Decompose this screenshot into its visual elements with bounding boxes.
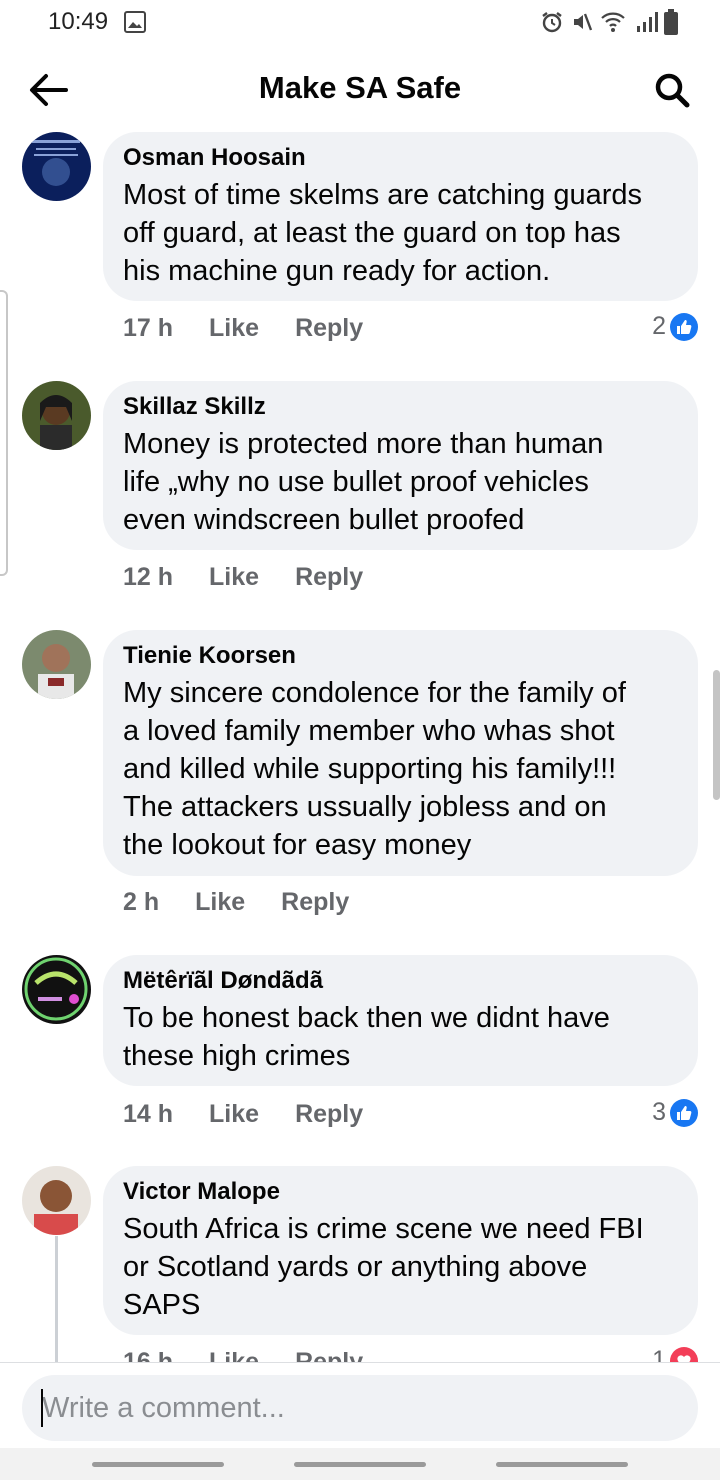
reaction-count[interactable]: 2 — [652, 312, 698, 341]
comment-bubble[interactable]: Osman Hoosain Most of time skelms are ca… — [103, 132, 698, 301]
comment-author[interactable]: Skillaz Skillz — [123, 393, 678, 421]
comment-actions: 12 h Like Reply — [123, 563, 363, 592]
comment-text: My sincere condolence for the family of … — [123, 677, 626, 861]
like-button[interactable]: Like — [195, 888, 245, 917]
comment-time[interactable]: 12 h — [123, 563, 173, 592]
comment-author[interactable]: Osman Hoosain — [123, 144, 678, 172]
battery-icon — [664, 9, 678, 40]
comment-bubble[interactable]: Skillaz Skillz Money is protected more t… — [103, 381, 698, 550]
thumbs-up-icon — [670, 312, 698, 341]
avatar[interactable] — [22, 381, 91, 450]
thumbs-up-icon — [670, 1098, 698, 1127]
reply-button[interactable]: Reply — [295, 563, 363, 592]
alarm-icon — [540, 10, 564, 39]
wifi-icon — [600, 10, 628, 39]
comment-actions: 14 h Like Reply — [123, 1100, 363, 1129]
page-title: Make SA Safe — [258, 70, 462, 105]
comment-time[interactable]: 16 h — [123, 1348, 173, 1362]
comment-text: To be honest back then we didnt have the… — [123, 1002, 610, 1072]
comment-text: Money is protected more than human life … — [123, 428, 604, 536]
comment-time[interactable]: 14 h — [123, 1100, 173, 1129]
comment-bubble[interactable]: Victor Malope South Africa is crime scen… — [103, 1166, 698, 1335]
nav-recents-button[interactable] — [92, 1462, 224, 1467]
comment-composer — [0, 1362, 720, 1448]
reaction-count[interactable]: 1 — [652, 1346, 698, 1362]
app-header: Make SA Safe — [0, 48, 720, 132]
reply-button[interactable]: Reply — [295, 314, 363, 343]
like-button[interactable]: Like — [209, 1100, 259, 1129]
image-notification-icon — [124, 11, 146, 38]
avatar[interactable] — [22, 132, 91, 201]
comment-bubble[interactable]: Mëtêrïãl Døndãdã To be honest back then … — [103, 955, 698, 1086]
system-nav-bar — [0, 1448, 720, 1480]
reaction-number: 2 — [652, 312, 666, 340]
comment-time[interactable]: 2 h — [123, 888, 159, 917]
reaction-count[interactable]: 3 — [652, 1098, 698, 1127]
avatar[interactable] — [22, 630, 91, 699]
comments-list: Osman Hoosain Most of time skelms are ca… — [0, 132, 720, 1362]
comment-bubble[interactable]: Tienie Koorsen My sincere condolence for… — [103, 630, 698, 876]
status-icons — [540, 9, 678, 40]
avatar[interactable] — [22, 1166, 91, 1235]
comment-author[interactable]: Mëtêrïãl Døndãdã — [123, 967, 678, 995]
reply-button[interactable]: Reply — [281, 888, 349, 917]
comment-text: Most of time skelms are catching guards … — [123, 179, 642, 287]
comment-actions: 16 h Like Reply — [123, 1348, 363, 1362]
heart-icon — [670, 1346, 698, 1362]
scrollbar[interactable] — [713, 670, 720, 800]
nav-back-button[interactable] — [496, 1462, 628, 1467]
signal-icon — [634, 10, 658, 39]
comment-text: South Africa is crime scene we need FBI … — [123, 1213, 644, 1321]
reply-thread-line — [55, 1236, 58, 1362]
status-time: 10:49 — [48, 8, 109, 35]
like-button[interactable]: Like — [209, 563, 259, 592]
comment-input[interactable] — [22, 1375, 698, 1441]
reply-button[interactable]: Reply — [295, 1348, 363, 1362]
avatar[interactable] — [22, 955, 91, 1024]
comment-author[interactable]: Tienie Koorsen — [123, 642, 678, 670]
reaction-number: 1 — [652, 1346, 666, 1362]
reply-button[interactable]: Reply — [295, 1100, 363, 1129]
search-icon — [655, 73, 690, 108]
comment-actions: 2 h Like Reply — [123, 888, 349, 917]
nav-home-button[interactable] — [294, 1462, 426, 1467]
like-button[interactable]: Like — [209, 1348, 259, 1362]
comment-author[interactable]: Victor Malope — [123, 1178, 678, 1206]
comment-actions: 17 h Like Reply — [123, 314, 363, 343]
comment-time[interactable]: 17 h — [123, 314, 173, 343]
like-button[interactable]: Like — [209, 314, 259, 343]
mute-icon — [570, 10, 594, 39]
reaction-number: 3 — [652, 1098, 666, 1126]
text-caret — [41, 1389, 43, 1427]
status-bar: 10:49 — [0, 0, 720, 48]
search-button[interactable] — [650, 68, 694, 112]
